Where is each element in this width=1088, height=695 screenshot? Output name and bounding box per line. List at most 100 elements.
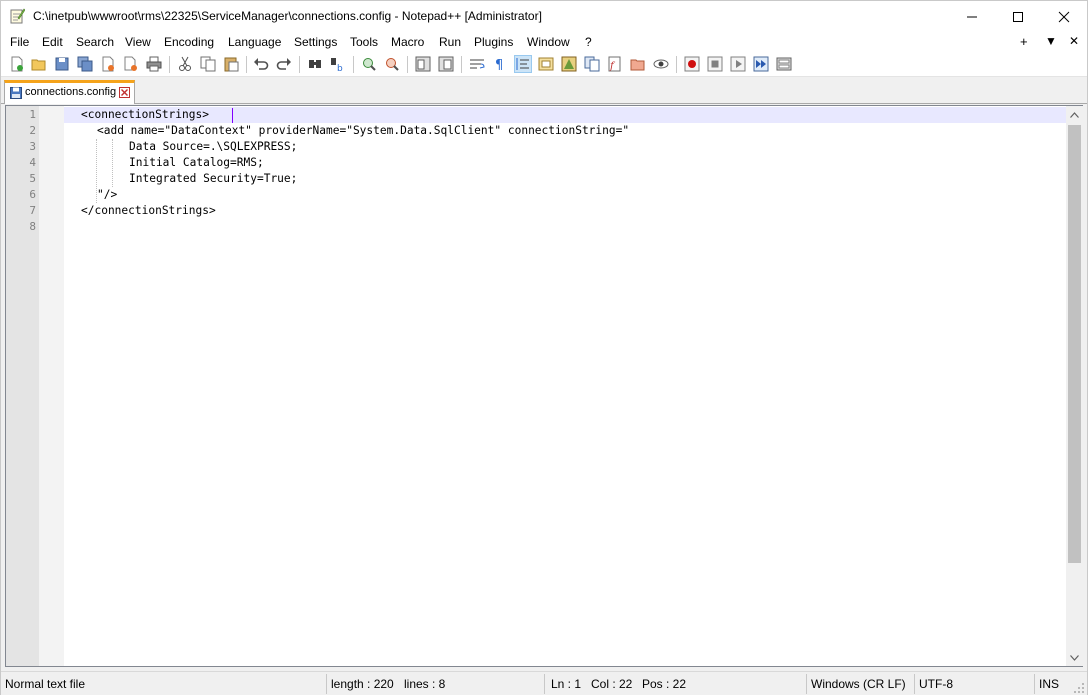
folder-as-workspace-icon[interactable] bbox=[630, 56, 646, 72]
code-line-text: Integrated Security=True; bbox=[129, 172, 298, 185]
menu-settings[interactable]: Settings bbox=[294, 35, 337, 49]
resize-grip-icon[interactable] bbox=[1073, 682, 1085, 694]
status-file-type: Normal text file bbox=[1, 674, 327, 694]
code-area[interactable]: <connectionStrings> <add name="DataConte… bbox=[64, 106, 1066, 666]
notepadpp-window: C:\inetpub\wwwroot\rms\22325\ServiceMana… bbox=[0, 0, 1088, 695]
status-lines: lines : 8 bbox=[404, 677, 446, 691]
fold-margin[interactable] bbox=[39, 106, 64, 666]
macro-stop-icon[interactable] bbox=[707, 56, 723, 72]
menu-edit[interactable]: Edit bbox=[42, 35, 63, 49]
new-tab-plus-icon[interactable]: + bbox=[1020, 34, 1028, 49]
scroll-down-arrow-icon bbox=[1070, 654, 1079, 661]
copy-icon[interactable] bbox=[200, 56, 216, 72]
status-col: Col : 22 bbox=[591, 677, 633, 691]
monitoring-eye-icon[interactable] bbox=[653, 56, 669, 72]
menu-run[interactable]: Run bbox=[439, 35, 461, 49]
code-line-text: </connectionStrings> bbox=[81, 204, 216, 217]
toolbar-separator bbox=[169, 56, 170, 73]
line-number: 7 bbox=[29, 204, 36, 217]
tab-close-icon[interactable] bbox=[119, 87, 130, 98]
sync-vertical-icon[interactable] bbox=[415, 56, 431, 72]
svg-text:b: b bbox=[337, 64, 343, 72]
macro-save-icon[interactable] bbox=[776, 56, 792, 72]
code-line-text: <add name="DataContext" providerName="Sy… bbox=[97, 124, 630, 137]
code-line-text: <connectionStrings> bbox=[81, 108, 209, 121]
menu-file[interactable]: File bbox=[10, 35, 29, 49]
sync-horizontal-icon[interactable] bbox=[438, 56, 454, 72]
scroll-down-button[interactable] bbox=[1066, 649, 1083, 666]
save-icon[interactable] bbox=[54, 56, 70, 72]
toolbar-separator bbox=[407, 56, 408, 73]
function-list-icon[interactable]: f bbox=[607, 56, 623, 72]
code-line: Data Source=.\SQLEXPRESS; bbox=[64, 139, 1066, 155]
tab-connections-config[interactable]: connections.config bbox=[4, 80, 135, 104]
status-encoding[interactable]: UTF-8 bbox=[915, 674, 1035, 694]
print-icon[interactable] bbox=[146, 56, 162, 72]
maximize-button[interactable] bbox=[995, 1, 1041, 32]
line-number: 8 bbox=[29, 220, 36, 233]
menu-macro[interactable]: Macro bbox=[391, 35, 424, 49]
menu-search[interactable]: Search bbox=[76, 35, 114, 49]
macro-record-icon[interactable] bbox=[684, 56, 700, 72]
vertical-scrollbar[interactable] bbox=[1066, 106, 1083, 666]
menu-plugins[interactable]: Plugins bbox=[474, 35, 513, 49]
paste-icon[interactable] bbox=[223, 56, 239, 72]
line-number: 1 bbox=[29, 108, 36, 121]
status-position: Ln : 1 Col : 22 Pos : 22 bbox=[545, 674, 807, 694]
scroll-thumb[interactable] bbox=[1068, 125, 1081, 563]
close-all-icon[interactable] bbox=[123, 56, 139, 72]
menu-window[interactable]: Window bbox=[527, 35, 570, 49]
menu-encoding[interactable]: Encoding bbox=[164, 35, 214, 49]
toolbar-separator bbox=[461, 56, 462, 73]
redo-icon[interactable] bbox=[276, 56, 292, 72]
open-file-icon[interactable] bbox=[31, 56, 47, 72]
toolbar-separator bbox=[246, 56, 247, 73]
code-line-text: Data Source=.\SQLEXPRESS; bbox=[129, 140, 298, 153]
notepad-app-icon bbox=[10, 8, 25, 24]
status-bar: Normal text file length : 220 lines : 8 … bbox=[1, 671, 1087, 695]
show-all-characters-icon[interactable]: ¶ bbox=[492, 56, 508, 72]
replace-icon[interactable]: b bbox=[330, 56, 346, 72]
scroll-up-arrow-icon bbox=[1070, 111, 1079, 118]
status-eol[interactable]: Windows (CR LF) bbox=[807, 674, 915, 694]
scroll-up-button[interactable] bbox=[1066, 106, 1083, 123]
code-line-text: "/> bbox=[97, 188, 118, 201]
new-file-icon[interactable] bbox=[9, 56, 25, 72]
find-icon[interactable] bbox=[307, 56, 323, 72]
document-tab-bar: connections.config bbox=[1, 78, 1087, 104]
menu-language[interactable]: Language bbox=[228, 35, 281, 49]
zoom-out-icon[interactable] bbox=[384, 56, 400, 72]
toolbar-separator bbox=[299, 56, 300, 73]
status-insert-mode[interactable]: INS bbox=[1035, 674, 1071, 694]
window-title: C:\inetpub\wwwroot\rms\22325\ServiceMana… bbox=[33, 9, 542, 23]
save-all-icon[interactable] bbox=[77, 56, 93, 72]
document-list-icon[interactable] bbox=[584, 56, 600, 72]
code-line-text: Initial Catalog=RMS; bbox=[129, 156, 264, 169]
macro-run-multiple-icon[interactable] bbox=[753, 56, 769, 72]
menu-help[interactable]: ? bbox=[585, 35, 592, 49]
zoom-in-icon[interactable] bbox=[361, 56, 377, 72]
minimize-icon bbox=[967, 16, 977, 17]
tab-label: connections.config bbox=[25, 86, 117, 98]
menu-view[interactable]: View bbox=[125, 35, 151, 49]
indent-guide-icon[interactable] bbox=[514, 55, 532, 73]
line-number: 3 bbox=[29, 140, 36, 153]
maximize-icon bbox=[1013, 11, 1023, 22]
line-number: 2 bbox=[29, 124, 36, 137]
cut-icon[interactable] bbox=[177, 56, 193, 72]
text-editor[interactable]: 1 2 3 4 5 6 7 8 <connectionStrings> <add… bbox=[5, 105, 1083, 667]
text-caret bbox=[232, 108, 233, 123]
code-line: <connectionStrings> bbox=[64, 107, 1066, 123]
tab-list-down-arrow-icon[interactable]: ▼ bbox=[1045, 34, 1057, 48]
menu-tools[interactable]: Tools bbox=[350, 35, 378, 49]
document-map-icon[interactable] bbox=[561, 56, 577, 72]
minimize-button[interactable] bbox=[949, 1, 995, 32]
close-document-icon[interactable]: ✕ bbox=[1069, 34, 1079, 48]
undo-icon[interactable] bbox=[253, 56, 269, 72]
word-wrap-icon[interactable] bbox=[469, 56, 485, 72]
user-defined-language-icon[interactable] bbox=[538, 56, 554, 72]
macro-play-icon[interactable] bbox=[730, 56, 746, 72]
code-line: Integrated Security=True; bbox=[64, 171, 1066, 187]
close-window-button[interactable] bbox=[1041, 1, 1087, 32]
close-file-icon[interactable] bbox=[100, 56, 116, 72]
